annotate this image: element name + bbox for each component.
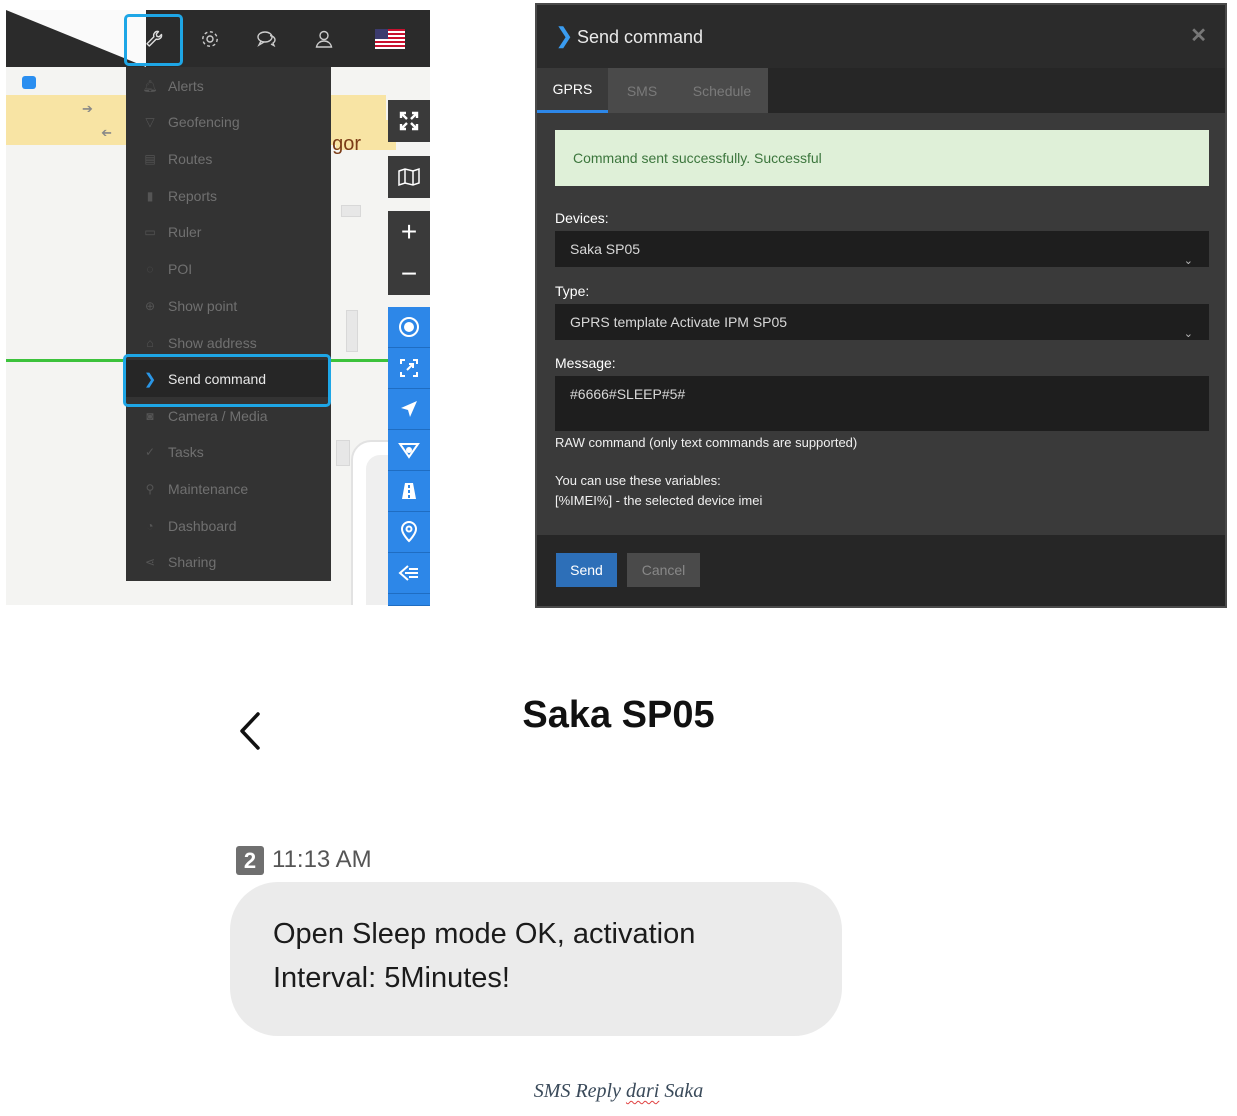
menu-item-reports[interactable]: ▮ Reports xyxy=(126,177,331,214)
map-building xyxy=(336,440,350,466)
chat-icon[interactable] xyxy=(250,22,284,56)
fullscreen-icon[interactable] xyxy=(388,100,430,142)
map-building xyxy=(341,205,361,217)
message-textarea[interactable]: #6666#SLEEP#5# xyxy=(555,376,1209,431)
zoom-in-icon[interactable]: + xyxy=(388,211,430,253)
modal-title: Send command xyxy=(577,27,704,47)
send-command-modal: ❯ Send command ✕ GPRS SMS Schedule Comma… xyxy=(535,3,1227,608)
type-label: Type: xyxy=(555,283,590,299)
more-controls[interactable] xyxy=(388,594,430,606)
map-layers-icon[interactable] xyxy=(388,156,430,198)
geofence-icon: ▽ xyxy=(145,114,155,129)
tools-dropdown-menu: 🔔︎ Alerts ▽ Geofencing ▤ Routes ▮ Reports ▭ R… xyxy=(126,67,331,581)
close-icon[interactable]: ✕ xyxy=(1190,23,1207,48)
sim-slot-badge: 2 xyxy=(236,846,264,875)
menu-item-dashboard[interactable]: ◔ Dashboard xyxy=(126,507,331,544)
house-icon: ⌂ xyxy=(146,335,154,350)
top-toolbar xyxy=(6,10,430,67)
success-alert: Command sent successfully. Successful xyxy=(555,130,1209,186)
menu-item-ruler[interactable]: ▭ Ruler xyxy=(126,213,331,250)
device-tracker-icon[interactable] xyxy=(388,307,430,348)
raw-command-note: RAW command (only text commands are supp… xyxy=(555,435,858,450)
zoom-out-icon[interactable]: − xyxy=(388,253,430,295)
routes-control-icon[interactable] xyxy=(388,471,430,512)
history-control-icon[interactable] xyxy=(388,553,430,594)
ruler-icon: ▭ xyxy=(144,224,156,239)
menu-item-tasks[interactable]: ✓ Tasks xyxy=(126,433,331,470)
devices-label: Devices: xyxy=(555,210,609,226)
variables-title: You can use these variables: xyxy=(555,473,721,488)
arrow-left-icon: ➔ xyxy=(101,125,112,140)
check-icon: ✓ xyxy=(144,444,156,459)
send-command-highlight xyxy=(123,354,331,407)
us-flag-icon[interactable] xyxy=(373,22,407,56)
share-icon: ⋖ xyxy=(144,554,156,569)
modal-header: ❯ Send command ✕ xyxy=(537,5,1225,68)
crosshair-icon: ⊕ xyxy=(144,298,156,313)
map-pin-icon: ◌ xyxy=(146,261,154,276)
dashboard-icon: ◔ xyxy=(146,518,154,533)
camera-icon: ◙ xyxy=(146,408,154,423)
menu-item-routes[interactable]: ▤ Routes xyxy=(126,140,331,177)
menu-item-alerts[interactable]: 🔔︎ Alerts xyxy=(126,67,331,104)
fit-bounds-icon[interactable] xyxy=(388,348,430,389)
message-label: Message: xyxy=(555,355,616,371)
sms-timestamp: 11:13 AM xyxy=(272,846,372,873)
tabs-bar: GPRS SMS Schedule xyxy=(537,68,1225,113)
figure-caption: SMS Reply dari Saka xyxy=(533,1080,704,1102)
menu-item-maintenance[interactable]: ⚲ Maintenance xyxy=(126,470,331,507)
wrench-icon: ⚲ xyxy=(145,481,155,496)
bell-icon: 🔔︎ xyxy=(142,78,158,93)
poi-control-icon[interactable] xyxy=(388,512,430,553)
arrow-right-icon: ➔ xyxy=(82,101,93,116)
modal-footer: Send Cancel xyxy=(537,535,1225,606)
geofence-control-icon[interactable] xyxy=(388,430,430,471)
road-icon: ▤ xyxy=(144,151,156,166)
settings-gear-icon[interactable] xyxy=(193,22,227,56)
type-select[interactable]: GPRS template Activate IPM SP05 ⌄ xyxy=(555,304,1209,340)
send-button[interactable]: Send xyxy=(556,553,617,587)
menu-item-poi[interactable]: ◌ POI xyxy=(126,250,331,287)
sms-contact-title: Saka SP05 xyxy=(522,694,715,736)
chevron-down-icon: ⌄ xyxy=(1183,255,1193,267)
tools-highlight xyxy=(124,14,183,66)
chevron-down-icon: ⌄ xyxy=(1183,328,1193,340)
bus-stop-icon[interactable] xyxy=(22,76,36,89)
map-building xyxy=(346,310,358,352)
variable-imei: [%IMEI%] - the selected device imei xyxy=(555,493,763,508)
user-icon[interactable] xyxy=(307,22,341,56)
tab-gprs[interactable]: GPRS xyxy=(537,68,608,113)
modal-body: Command sent successfully. Successful De… xyxy=(537,113,1225,535)
menu-item-geofencing[interactable]: ▽ Geofencing xyxy=(126,103,331,140)
cancel-button[interactable]: Cancel xyxy=(627,553,700,587)
sms-message-text: Open Sleep mode OK, activation Interval:… xyxy=(273,918,696,994)
tab-sms[interactable]: SMS xyxy=(608,68,676,113)
menu-item-show-point[interactable]: ⊕ Show point xyxy=(126,287,331,324)
navigation-arrow-icon[interactable] xyxy=(388,389,430,430)
tab-schedule[interactable]: Schedule xyxy=(676,68,768,113)
chevron-right-icon: ❯ xyxy=(555,23,574,48)
devices-select[interactable]: Saka SP05 ⌄ xyxy=(555,231,1209,267)
bar-chart-icon: ▮ xyxy=(146,188,154,203)
menu-item-sharing[interactable]: ⋖ Sharing xyxy=(126,543,331,580)
sms-message-bubble[interactable]: Open Sleep mode OK, activation Interval:… xyxy=(230,882,842,1036)
